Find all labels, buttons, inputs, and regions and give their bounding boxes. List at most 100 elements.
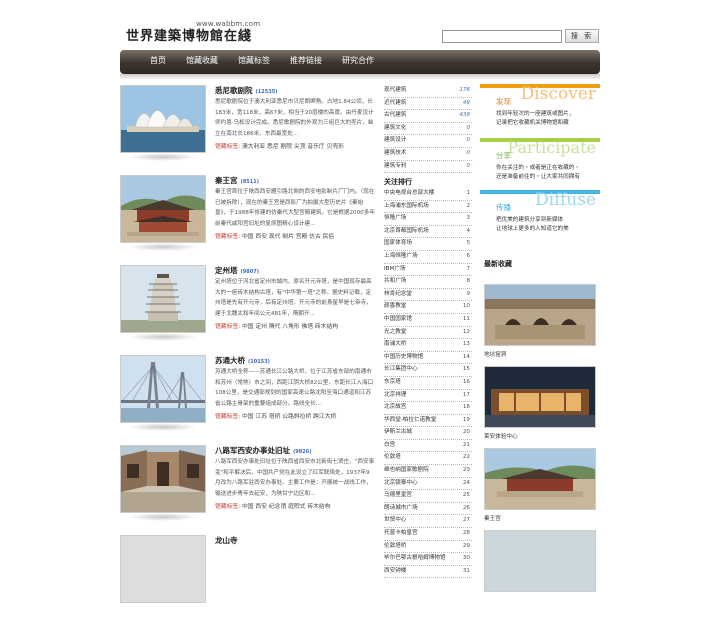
hot-rank: 12	[462, 328, 470, 335]
entry-title[interactable]: 龙山寺	[215, 535, 238, 546]
hot-item[interactable]: 国家体育场 5	[384, 238, 472, 251]
promo-participate[interactable]: Participate 分享 你在关注的・或者是正在收藏的・ 还是准备前往的・让…	[480, 138, 600, 190]
hot-rank: 26	[462, 504, 470, 511]
entry-thumbnail[interactable]	[120, 85, 206, 153]
hot-item[interactable]: 中国历史博物馆 14	[384, 352, 472, 365]
hot-item[interactable]: 光之教堂 12	[384, 327, 472, 340]
hot-item[interactable]: 伦敦塔 22	[384, 452, 472, 466]
hot-item[interactable]: 上海浦东国际机场 2	[384, 201, 472, 214]
entry-thumbnail[interactable]	[120, 265, 206, 333]
hot-item[interactable]: 西安钟楼 31	[384, 566, 472, 579]
hot-item[interactable]: 伊斯兰古城 20	[384, 427, 472, 440]
hot-item[interactable]: 中央电视台总部大楼 1	[384, 188, 472, 201]
tags-list[interactable]: 中国 定州 隋代 八角形 佛塔 砖木结构	[242, 324, 338, 330]
hot-rank: 30	[462, 555, 470, 562]
promo-title-cn: 分享	[496, 151, 511, 160]
latest-image[interactable]	[484, 366, 596, 428]
entry-item: 苏通大桥 (10153) 苏通大桥全称——苏通长江公路大桥，位于江苏省东部的南通市…	[120, 355, 373, 445]
hot-item[interactable]: 朗诗城市广场 26	[384, 503, 472, 516]
nav-item-tags[interactable]: 馆藏标签	[238, 50, 270, 74]
entry-item: 悉尼歌剧院 (12535) 悉尼歌剧院位于澳大利亚悉尼市贝尼朗岬角。占地1.84公…	[120, 85, 374, 175]
hot-item[interactable]: 林肯纪念堂 9	[384, 289, 472, 302]
hot-rank: 1	[466, 190, 470, 196]
promo-diffuse[interactable]: Diffuse 传播 把优美的建筑分享到新媒体 让地球上更多的人知道它的美	[480, 190, 600, 242]
category-item[interactable]: 建筑专利 0	[384, 161, 472, 174]
hot-item[interactable]: 颜香教堂 10	[384, 301, 472, 314]
latest-image[interactable]	[484, 530, 596, 592]
entry-title[interactable]: 苏通大桥 (10153)	[215, 355, 270, 366]
hot-item[interactable]: 共和广场 8	[384, 276, 472, 289]
hot-item[interactable]: 托普卡帕皇宫 28	[384, 528, 472, 541]
category-item[interactable]: 古代建筑 439	[384, 110, 472, 123]
latest-image[interactable]	[484, 284, 596, 346]
entry-title[interactable]: 八路军西安办事处旧址 (9826)	[215, 445, 312, 456]
hot-rank: 18	[462, 404, 470, 411]
hot-item[interactable]: 北京首都国际机场 4	[384, 226, 472, 239]
tags-label: 馆藏标签:	[215, 414, 241, 420]
latest-item[interactable]: 秦王宫	[484, 448, 596, 522]
nav-item-home[interactable]: 首页	[150, 50, 166, 74]
hot-item[interactable]: 南浦大桥 13	[384, 339, 472, 352]
hot-item[interactable]: 北京银泰中心 24	[384, 478, 472, 491]
category-item[interactable]: 建筑技术 0	[384, 148, 472, 161]
promo-title-cn: 发现	[496, 97, 511, 106]
tags-list[interactable]: 中国 西安 现代 制片 宫殿 仿古 民俗	[242, 234, 334, 240]
hot-item[interactable]: 马德里皇宫 25	[384, 490, 472, 503]
nav-item-collection[interactable]: 馆藏收藏	[186, 50, 218, 74]
entry-title[interactable]: 悉尼歌剧院 (12535)	[215, 85, 277, 96]
hot-item[interactable]: 东京塔 16	[384, 377, 472, 390]
entry-thumbnail[interactable]	[120, 175, 206, 243]
entry-view-count: (12535)	[255, 89, 278, 95]
hot-item[interactable]: 毕尔巴鄂古根哈姆博物馆 30	[384, 553, 472, 566]
tags-list[interactable]: 中国 江苏 塔桥 公路斜拉桥 跨江大桥	[242, 414, 336, 420]
hot-item[interactable]: 中国国家馆 11	[384, 314, 472, 327]
hot-item[interactable]: 长江集团中心 15	[384, 364, 472, 377]
hot-item[interactable]: 维也纳国家歌剧院 23	[384, 465, 472, 478]
header: www.wabbm.com 世界建築博物館在綫 搜 索	[0, 0, 720, 50]
hot-item[interactable]: 北京祥理 17	[384, 390, 472, 403]
tags-list[interactable]: 中国 西安 纪念馆 庭院式 砖木结构	[242, 504, 331, 510]
category-item[interactable]: 建筑设计 0	[384, 135, 472, 148]
category-item[interactable]: 建筑文化 0	[384, 123, 472, 136]
latest-item[interactable]	[484, 530, 596, 592]
hot-rank: 3	[466, 215, 470, 222]
category-item[interactable]: 现代建筑 176	[384, 85, 472, 98]
hot-item[interactable]: IBM广场 7	[384, 264, 472, 277]
entry-thumbnail[interactable]	[120, 535, 206, 603]
entry-title[interactable]: 定州塔 (9807)	[215, 265, 259, 276]
search-button[interactable]: 搜 索	[565, 29, 599, 43]
latest-item[interactable]: 地坑窑洞	[484, 284, 596, 358]
category-item[interactable]: 近代建筑 49	[384, 98, 472, 111]
hot-item[interactable]: 华西堂-柏拉仁诺教堂 19	[384, 415, 472, 428]
tags-label: 馆藏标签:	[215, 234, 241, 240]
promo-title-en: Participate	[507, 138, 596, 157]
hot-rank: 13	[462, 341, 470, 348]
tags-list[interactable]: 澳大利亚 悉尼 剧院 尖顶 音乐厅 贝壳形	[242, 144, 344, 150]
hot-rank: 21	[462, 441, 470, 448]
hot-item[interactable]: 北京故宫 18	[384, 402, 472, 415]
hot-item[interactable]: 恒隆广场 3	[384, 213, 472, 226]
hot-item[interactable]: 上海恒隆广场 6	[384, 251, 472, 264]
latest-item[interactable]: 莱安体验中心	[484, 366, 596, 440]
hot-rank: 4	[466, 227, 470, 234]
entry-title[interactable]: 秦王宫 (8511)	[215, 175, 259, 186]
category-count: 0	[466, 137, 470, 144]
nav-item-research[interactable]: 研究合作	[342, 50, 374, 74]
hot-item[interactable]: 伦敦塔桥 29	[384, 541, 472, 554]
entry-thumbnail[interactable]	[120, 445, 206, 513]
hot-rank: 29	[462, 542, 470, 549]
promo-line: 记录把它收藏机关博物馆和藏	[496, 120, 569, 126]
nav-item-links[interactable]: 推荐链接	[290, 50, 322, 74]
entry-thumbnail[interactable]	[120, 355, 206, 423]
search-input[interactable]	[442, 30, 562, 43]
hot-rank: 27	[462, 517, 470, 524]
promo-title-en: Diffuse	[535, 190, 596, 210]
hot-rank: 16	[462, 378, 470, 385]
entry-description: 秦王宫首位于陕西西安雁引路北侧的西安电影制片厂门内。（现在已被拆除），现在的秦王…	[215, 189, 375, 227]
site-logo[interactable]: 世界建築博物館在綫	[126, 25, 252, 44]
latest-image[interactable]	[484, 448, 596, 510]
promo-discover[interactable]: Discover 发现 找到年轻次的一座建筑或图片， 记录把它收藏机关博物馆和藏	[480, 84, 600, 136]
entry-description: 八路军西安办事处旧址位于陕西省西安市北新街七贤庄。"西安事变"和平解决后，中国共…	[215, 459, 375, 497]
hot-item[interactable]: 白宫 21	[384, 440, 472, 453]
hot-item[interactable]: 世贸中心 27	[384, 515, 472, 529]
